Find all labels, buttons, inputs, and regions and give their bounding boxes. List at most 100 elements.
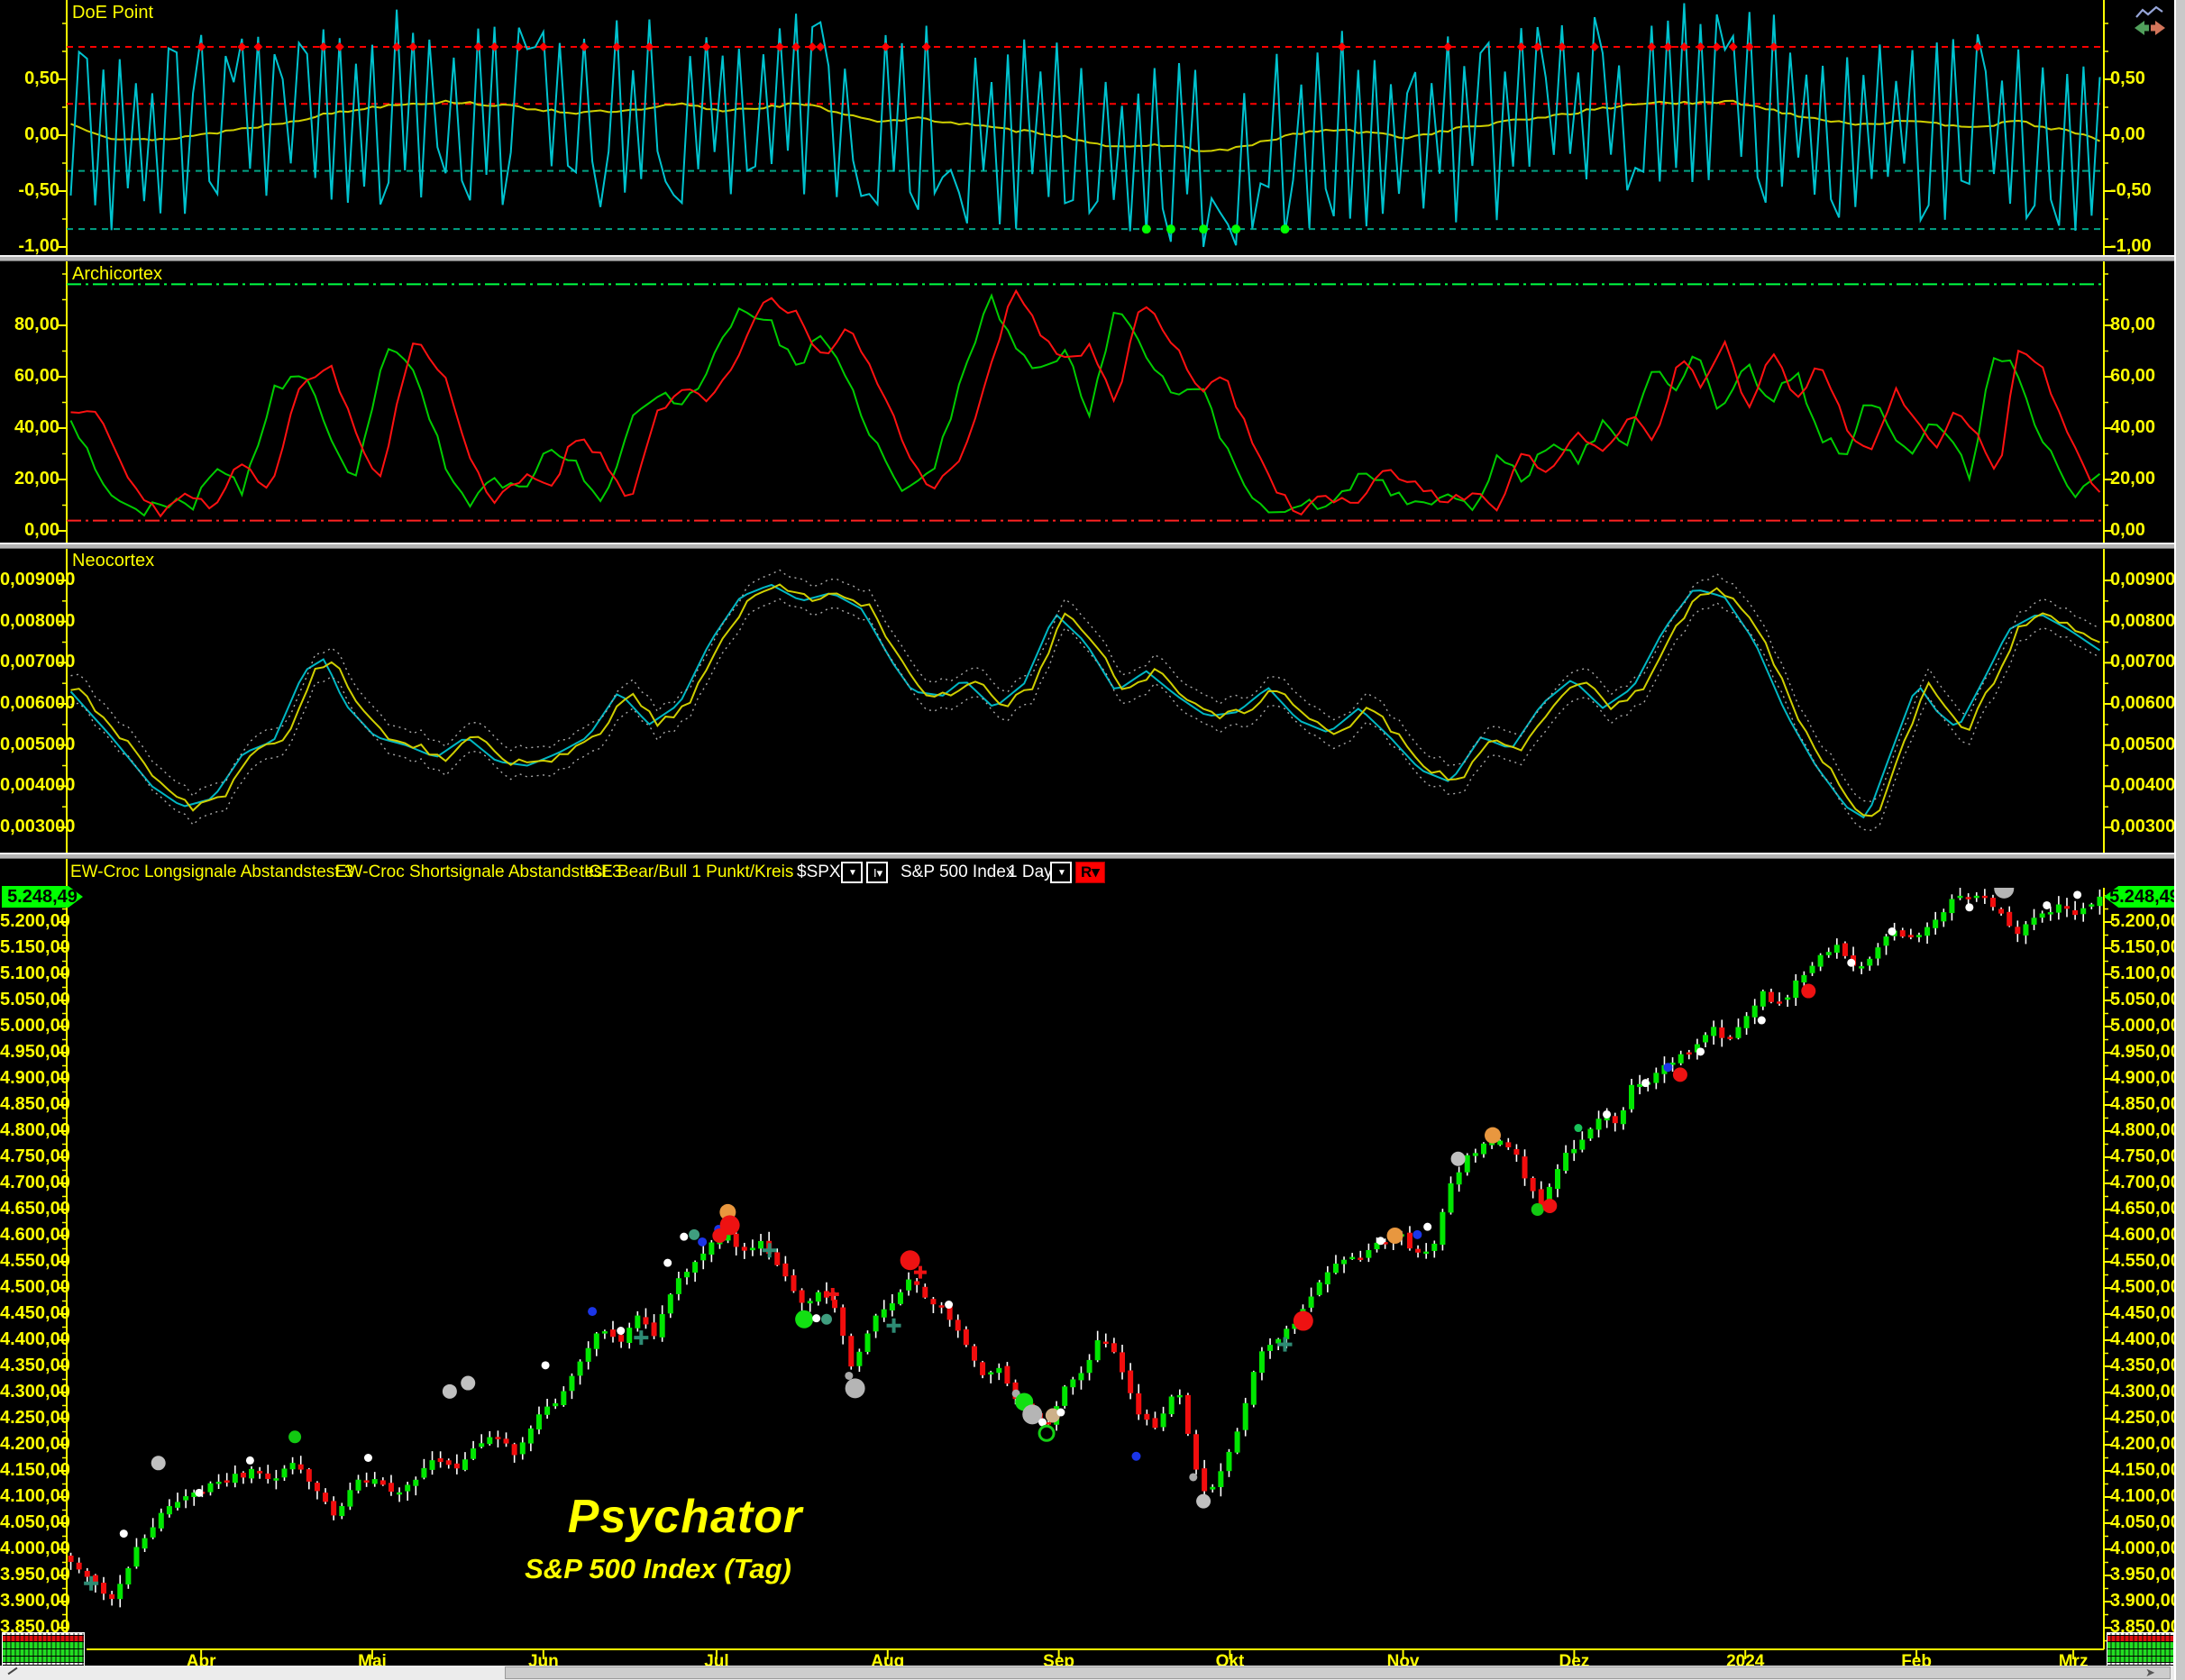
axis-tick-label: 4.350,00 bbox=[2110, 1356, 2180, 1374]
axis-tick-label: 0,003000 bbox=[0, 817, 59, 835]
axis-tick-label: 4.450,00 bbox=[2110, 1304, 2180, 1322]
axis-tick-label: 40,00 bbox=[2110, 418, 2155, 436]
mini-stats-table-right bbox=[2107, 1632, 2174, 1666]
axis-tick-label: 0,00 bbox=[2110, 521, 2145, 539]
chart-mode-arrows-icon[interactable] bbox=[2133, 5, 2167, 41]
axis-tick-label: 4.850,00 bbox=[0, 1095, 59, 1113]
timeframe-dropdown-button[interactable]: ▼ bbox=[1050, 862, 1072, 883]
axis-tick-label: 4.000,00 bbox=[2110, 1539, 2180, 1557]
axis-tick-label: 3.950,00 bbox=[2110, 1566, 2180, 1584]
axis-tick-label: 3.900,00 bbox=[2110, 1592, 2180, 1610]
last-price-tag-left: 5.248,49 bbox=[2, 886, 83, 908]
right-window-strip[interactable] bbox=[2174, 0, 2185, 1680]
axis-tick-label: 5.050,00 bbox=[0, 991, 59, 1009]
trading-app-window: DoE Point 0,500,500,000,00-0,50-0,50-1,0… bbox=[0, 0, 2185, 1680]
axis-tick-label: -1,00 bbox=[0, 237, 59, 255]
axis-tick-label: 60,00 bbox=[2110, 367, 2155, 385]
panel-title-doe-point: DoE Point bbox=[72, 3, 153, 23]
axis-tick-label: 4.700,00 bbox=[2110, 1173, 2180, 1192]
axis-tick-label: 0,008000 bbox=[0, 612, 59, 630]
orange-right-arrow-icon bbox=[2151, 21, 2165, 35]
axis-tick-label: 4.750,00 bbox=[0, 1147, 59, 1165]
axis-tick-label: 20,00 bbox=[2110, 470, 2155, 488]
axis-tick-label: 4.900,00 bbox=[0, 1069, 59, 1087]
axis-tick-label: 0,005000 bbox=[0, 735, 59, 753]
axis-tick-label: 40,00 bbox=[0, 418, 59, 436]
axis-tick-label: 4.150,00 bbox=[0, 1461, 59, 1479]
axis-tick-label: 4.600,00 bbox=[2110, 1226, 2180, 1244]
axis-tick-label: 0,00 bbox=[0, 521, 59, 539]
indicator-label-ice-bearbull[interactable]: ICE Bear/Bull 1 Punkt/Kreis bbox=[584, 863, 793, 882]
axis-tick-label: 4.750,00 bbox=[2110, 1147, 2180, 1165]
indicator-dropdown-button[interactable]: I▾ bbox=[866, 862, 888, 883]
last-price-tag-right: 5.248,49 bbox=[2104, 886, 2185, 908]
axis-tick-label: 0,00 bbox=[0, 125, 59, 143]
axis-tick-label: 4.500,00 bbox=[0, 1278, 59, 1296]
axis-tick-label: 4.450,00 bbox=[0, 1304, 59, 1322]
instrument-label: S&P 500 Index bbox=[901, 863, 1014, 882]
green-left-arrow-icon bbox=[2135, 21, 2149, 35]
axis-tick-label: 4.800,00 bbox=[2110, 1121, 2180, 1139]
axis-tick-label: 4.350,00 bbox=[0, 1356, 59, 1374]
axis-tick-label: 5.100,00 bbox=[0, 964, 59, 982]
indicator-label-shortsignal[interactable]: EW-Croc Shortsignale Abstandstest 3 bbox=[335, 863, 622, 882]
axis-tick-label: 4.250,00 bbox=[2110, 1409, 2180, 1427]
axis-tick-label: 5.150,00 bbox=[0, 938, 59, 956]
main-chart-plot[interactable] bbox=[0, 888, 2185, 1680]
axis-tick-label: 5.200,00 bbox=[0, 912, 59, 930]
panel-divider[interactable] bbox=[0, 255, 2174, 261]
indicator-label-longsignal[interactable]: EW-Croc Longsignale Abstandstest 3 bbox=[70, 863, 353, 882]
axis-tick-label: 4.600,00 bbox=[0, 1226, 59, 1244]
axis-tick-label: 4.250,00 bbox=[0, 1409, 59, 1427]
axis-tick-label: 4.050,00 bbox=[0, 1513, 59, 1531]
panel-title-archicortex: Archicortex bbox=[72, 264, 162, 285]
corner-glyph-icon bbox=[8, 1667, 18, 1675]
axis-tick-label: 4.700,00 bbox=[0, 1173, 59, 1192]
axis-tick-label: 5.000,00 bbox=[0, 1017, 59, 1035]
axis-tick-label: 4.650,00 bbox=[2110, 1200, 2180, 1218]
axis-tick-label: 3.950,00 bbox=[0, 1566, 59, 1584]
axis-tick-label: 4.550,00 bbox=[2110, 1252, 2180, 1270]
axis-tick-label: 60,00 bbox=[0, 367, 59, 385]
axis-tick-label: 4.050,00 bbox=[2110, 1513, 2180, 1531]
r-mode-button[interactable]: R▾ bbox=[1075, 862, 1105, 883]
archicortex-plot[interactable] bbox=[0, 261, 2185, 543]
axis-tick-label: -0,50 bbox=[0, 181, 59, 199]
timeframe-label[interactable]: 1 Day bbox=[1008, 863, 1053, 882]
axis-tick-label: 4.400,00 bbox=[0, 1330, 59, 1348]
panel-divider[interactable] bbox=[0, 853, 2174, 859]
doe-point-plot[interactable] bbox=[0, 0, 2185, 255]
axis-tick-label: 0,00 bbox=[2110, 125, 2145, 143]
panel-main-chart: 5.248,49 5.248,49 Psychator S&P 500 Inde… bbox=[0, 888, 2185, 1680]
scrollbar-thumb[interactable] bbox=[505, 1666, 2171, 1679]
panel-doe-point: DoE Point 0,500,500,000,00-0,50-0,50-1,0… bbox=[0, 0, 2185, 255]
axis-tick-label: 4.300,00 bbox=[0, 1383, 59, 1401]
axis-tick-label: -1,00 bbox=[2110, 237, 2152, 255]
axis-tick-label: 4.500,00 bbox=[2110, 1278, 2180, 1296]
watermark-title: Psychator bbox=[433, 1490, 937, 1544]
panel-title-neocortex: Neocortex bbox=[72, 551, 154, 571]
axis-tick-label: 0,50 bbox=[0, 69, 59, 87]
panel-divider[interactable] bbox=[0, 543, 2174, 549]
watermark-subtitle: S&P 500 Index (Tag) bbox=[388, 1553, 928, 1585]
axis-tick-label: 4.950,00 bbox=[2110, 1043, 2180, 1061]
neocortex-plot[interactable] bbox=[0, 548, 2185, 853]
axis-tick-label: 4.100,00 bbox=[0, 1487, 59, 1505]
axis-tick-label: 4.200,00 bbox=[0, 1435, 59, 1453]
axis-tick-label: 0,006000 bbox=[0, 694, 59, 712]
symbol-dropdown-button[interactable]: ▼ bbox=[841, 862, 863, 883]
scroll-right-arrow-icon[interactable]: ➤ bbox=[2145, 1666, 2155, 1680]
axis-tick-label: 5.050,00 bbox=[2110, 991, 2180, 1009]
axis-tick-label: 4.200,00 bbox=[2110, 1435, 2180, 1453]
axis-tick-label: 5.200,00 bbox=[2110, 912, 2180, 930]
symbol-label[interactable]: $SPX bbox=[797, 863, 841, 882]
axis-tick-label: 4.300,00 bbox=[2110, 1383, 2180, 1401]
axis-tick-label: 4.900,00 bbox=[2110, 1069, 2180, 1087]
axis-tick-label: 80,00 bbox=[0, 315, 59, 333]
axis-tick-label: 5.100,00 bbox=[2110, 964, 2180, 982]
horizontal-scrollbar[interactable]: ➤ bbox=[0, 1666, 2174, 1680]
axis-tick-label: 4.150,00 bbox=[2110, 1461, 2180, 1479]
axis-tick-label: 5.000,00 bbox=[2110, 1017, 2180, 1035]
axis-tick-label: -0,50 bbox=[2110, 181, 2152, 199]
axis-line-segment bbox=[66, 858, 68, 888]
